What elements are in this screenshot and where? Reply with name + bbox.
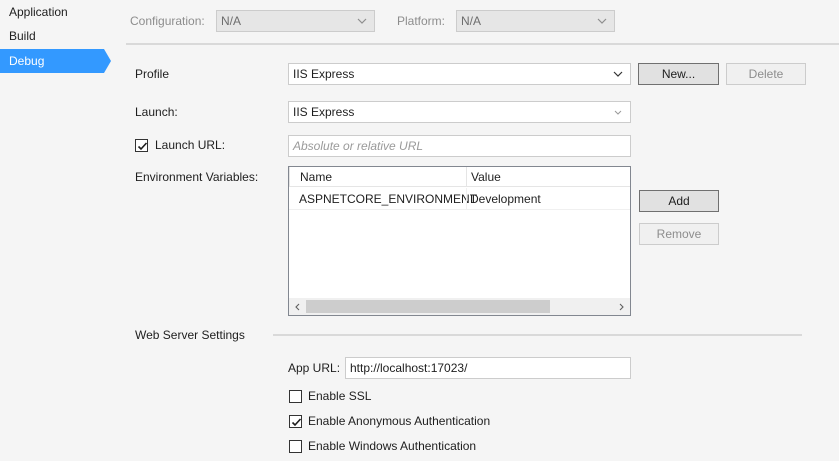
sidebar-nav: Application Build Debug [0, 0, 111, 461]
app-url-value: http://localhost:17023/ [350, 361, 468, 375]
cell-divider [466, 188, 467, 210]
app-url-label: App URL: [288, 361, 341, 375]
horizontal-scrollbar[interactable] [289, 298, 630, 315]
launch-dropdown[interactable]: IIS Express [288, 101, 631, 123]
chevron-down-icon [357, 11, 367, 31]
check-icon [137, 142, 148, 151]
env-var-value-cell[interactable]: Development [470, 188, 630, 210]
windows-auth-label: Enable Windows Authentication [308, 439, 477, 453]
column-header-name[interactable]: Name [289, 167, 465, 187]
windows-auth-checkbox[interactable] [289, 440, 302, 453]
launch-url-label: Launch URL: [155, 138, 226, 152]
app-url-input[interactable]: http://localhost:17023/ [345, 357, 631, 379]
platform-label: Platform: [397, 14, 446, 28]
sidebar-item-debug[interactable]: Debug [0, 49, 111, 73]
remove-env-var-button[interactable]: Remove [639, 223, 719, 245]
new-profile-button[interactable]: New... [638, 63, 719, 85]
enable-ssl-label: Enable SSL [308, 389, 372, 403]
sidebar-item-application[interactable]: Application [0, 0, 111, 24]
configuration-value: N/A [221, 14, 242, 28]
profile-value: IIS Express [293, 67, 355, 81]
column-header-value[interactable]: Value [460, 167, 630, 187]
environment-variables-grid[interactable]: Name Value ASPNETCORE_ENVIRONMENT Develo… [288, 166, 631, 316]
delete-profile-button[interactable]: Delete [726, 63, 806, 85]
scrollbar-thumb[interactable] [306, 300, 550, 313]
sidebar-item-build[interactable]: Build [0, 24, 111, 48]
launch-url-placeholder: Absolute or relative URL [293, 139, 424, 153]
check-icon [291, 418, 302, 427]
chevron-right-icon[interactable] [613, 298, 630, 315]
table-row[interactable]: ASPNETCORE_ENVIRONMENT Development [289, 188, 630, 210]
launch-url-checkbox[interactable] [135, 139, 148, 152]
chevron-down-icon [597, 11, 607, 31]
launch-url-input[interactable]: Absolute or relative URL [288, 135, 631, 157]
env-var-name-cell[interactable]: ASPNETCORE_ENVIRONMENT [299, 188, 477, 210]
environment-variables-label: Environment Variables: [135, 170, 259, 184]
launch-value: IIS Express [293, 105, 355, 119]
add-env-var-button[interactable]: Add [639, 190, 719, 212]
configuration-label: Configuration: [130, 14, 205, 28]
grid-header: Name Value [289, 167, 630, 187]
profile-label: Profile [135, 67, 170, 81]
platform-dropdown[interactable]: N/A [456, 10, 615, 32]
anonymous-auth-checkbox[interactable] [289, 415, 302, 428]
chevron-left-icon[interactable] [289, 298, 306, 315]
configuration-dropdown[interactable]: N/A [216, 10, 375, 32]
chevron-down-icon [613, 102, 623, 122]
profile-dropdown[interactable]: IIS Express [288, 63, 631, 85]
web-server-settings-heading: Web Server Settings [135, 328, 245, 342]
chevron-down-icon [613, 64, 623, 84]
anonymous-auth-label: Enable Anonymous Authentication [308, 414, 491, 428]
platform-value: N/A [461, 14, 482, 28]
enable-ssl-checkbox[interactable] [289, 390, 302, 403]
config-separator [126, 43, 839, 45]
web-server-separator [273, 334, 802, 336]
launch-label: Launch: [135, 105, 178, 119]
